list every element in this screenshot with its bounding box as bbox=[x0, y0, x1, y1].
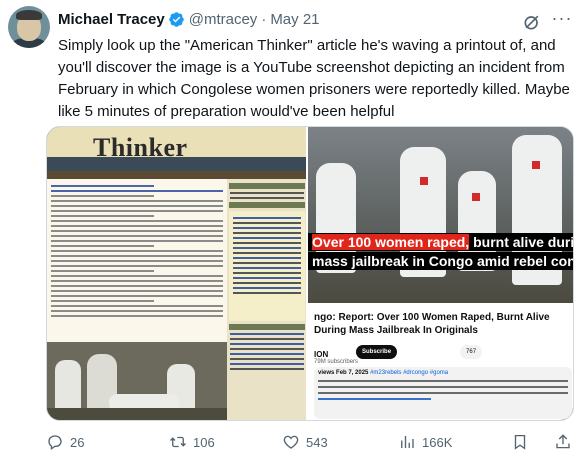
views-icon bbox=[401, 436, 414, 448]
avatar-hair bbox=[16, 10, 42, 20]
site-sidebar bbox=[227, 179, 307, 420]
subscribe-button: Subscribe bbox=[356, 345, 398, 359]
view-count: 166K bbox=[422, 434, 453, 450]
caption-highlight: Over 100 women raped, bbox=[312, 234, 470, 250]
tweet-header: Michael Tracey @mtracey · May 21 bbox=[58, 8, 320, 30]
video-title: ngo: Report: Over 100 Women Raped, Burnt… bbox=[314, 312, 550, 336]
repost-count: 106 bbox=[193, 434, 215, 450]
bookmark-icon bbox=[514, 434, 526, 450]
site-nav bbox=[47, 171, 307, 182]
american-thinker-screenshot[interactable]: Thinker bbox=[47, 127, 307, 420]
verified-badge-icon bbox=[168, 11, 184, 27]
grok-icon[interactable] bbox=[522, 12, 542, 32]
views-button[interactable]: 166K bbox=[398, 432, 452, 452]
article-body bbox=[47, 179, 227, 369]
more-icon[interactable]: ··· bbox=[550, 8, 574, 32]
youtube-screenshot[interactable]: Over 100 women raped, burnt alive during… bbox=[306, 127, 573, 420]
repost-button[interactable]: 106 bbox=[169, 432, 215, 452]
separator-dot: · bbox=[261, 10, 267, 28]
author-name[interactable]: Michael Tracey bbox=[58, 11, 165, 28]
reply-count: 26 bbox=[70, 434, 85, 450]
caption-line2: mass jailbreak in Congo amid rebel confl… bbox=[308, 252, 573, 270]
avatar[interactable] bbox=[8, 6, 50, 48]
bookmark-button[interactable] bbox=[511, 432, 535, 452]
tweet-actions: 26 106 543 166K bbox=[46, 432, 574, 452]
subscriber-count: 79M subscribers bbox=[314, 359, 359, 365]
description-tags: #m23rebels #drcongo #goma bbox=[370, 370, 449, 376]
tweet-text: Simply look up the "American Thinker" ar… bbox=[58, 37, 570, 120]
author-handle[interactable]: @mtracey bbox=[189, 11, 258, 28]
channel-name: ION bbox=[314, 349, 329, 359]
reply-icon bbox=[48, 435, 62, 451]
video-caption: Over 100 women raped, burnt alive during… bbox=[308, 233, 573, 271]
like-count: 543 bbox=[306, 434, 328, 450]
heart-icon bbox=[283, 435, 299, 449]
like-button[interactable]: 543 bbox=[282, 432, 328, 452]
video-like-count: 767 bbox=[460, 345, 483, 359]
video-frame: Over 100 women raped, burnt alive during… bbox=[308, 127, 573, 303]
caption-line1-rest: burnt alive during bbox=[473, 234, 573, 250]
article-photo bbox=[47, 342, 227, 420]
repost-icon bbox=[170, 436, 186, 448]
tweet-media[interactable]: Thinker Over 100 women raped, burnt aliv… bbox=[46, 126, 574, 421]
share-icon bbox=[556, 434, 570, 449]
share-button[interactable] bbox=[554, 432, 578, 452]
banner-strip bbox=[47, 157, 307, 171]
reply-button[interactable]: 26 bbox=[46, 432, 84, 452]
description-meta: views Feb 7, 2025 bbox=[318, 370, 369, 376]
tweet: Michael Tracey @mtracey · May 21 ··· Sim… bbox=[0, 0, 582, 460]
tweet-date[interactable]: May 21 bbox=[270, 11, 319, 28]
video-description: views Feb 7, 2025 #m23rebels #drcongo #g… bbox=[314, 367, 573, 419]
